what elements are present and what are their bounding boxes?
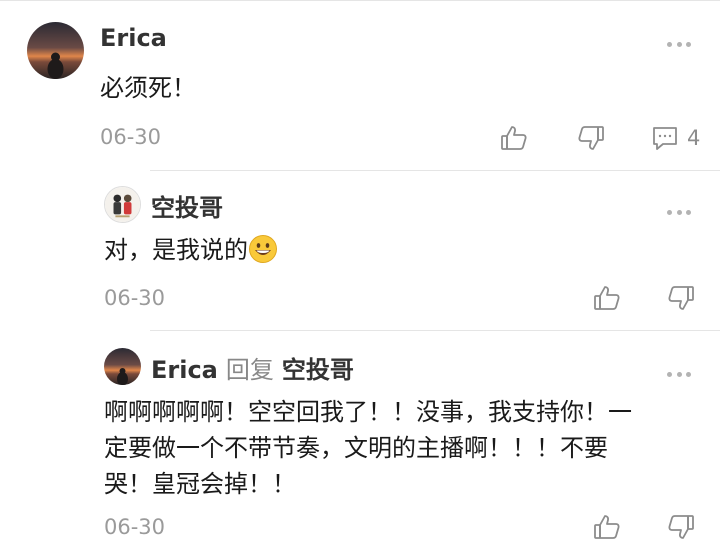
- divider: [150, 170, 720, 171]
- divider: [150, 330, 720, 331]
- comment-thread: Erica 必须死！ 06-30 4 空投哥 对，是我说的 06-30 Eric…: [0, 0, 720, 558]
- like-button[interactable]: [593, 284, 621, 312]
- reply-text: 啊啊啊啊啊！空空回我了！！没事，我支持你！一 定要做一个不带节奏，文明的主播啊！…: [104, 394, 704, 502]
- comment-text: 必须死！: [100, 74, 196, 102]
- thumb-up-icon: [594, 515, 620, 539]
- grinning-face-emoji: [248, 234, 278, 274]
- reply-date: 06-30: [104, 286, 166, 310]
- reply-text-line: 定要做一个不带节奏，文明的主播啊！！！不要: [104, 434, 608, 462]
- thumb-down-icon: [668, 515, 694, 539]
- reply-header: Erica 回复 空投哥: [151, 350, 354, 385]
- dislike-button[interactable]: [667, 284, 695, 312]
- comment-author[interactable]: Erica: [100, 24, 167, 52]
- more-icon[interactable]: [667, 370, 691, 378]
- avatar[interactable]: [104, 186, 141, 223]
- avatar[interactable]: [104, 348, 141, 385]
- thumb-down-icon: [668, 286, 694, 310]
- comment-date: 06-30: [100, 125, 162, 149]
- comment-icon: [653, 127, 677, 150]
- reply-count: 4: [687, 126, 701, 150]
- more-icon[interactable]: [667, 40, 691, 48]
- like-button[interactable]: [593, 513, 621, 541]
- reply-author[interactable]: 空投哥: [151, 188, 223, 223]
- more-icon[interactable]: [667, 208, 691, 216]
- dislike-button[interactable]: [667, 513, 695, 541]
- reply-text-line: 啊啊啊啊啊！空空回我了！！没事，我支持你！一: [104, 398, 632, 426]
- reply-text-line: 哭！皇冠会掉！！: [104, 470, 296, 498]
- reply-button[interactable]: 4: [651, 124, 700, 152]
- dislike-button[interactable]: [577, 124, 605, 152]
- thumb-up-icon: [501, 126, 527, 150]
- reply-author[interactable]: Erica: [151, 356, 218, 384]
- thumb-down-icon: [578, 126, 604, 150]
- divider: [0, 0, 720, 1]
- like-button[interactable]: [500, 124, 528, 152]
- avatar[interactable]: [27, 22, 84, 79]
- reply-text-body: 对，是我说的: [104, 236, 248, 264]
- reply-target[interactable]: 空投哥: [282, 356, 354, 384]
- reply-label: 回复: [225, 356, 274, 384]
- reply-text: 对，是我说的: [104, 232, 278, 274]
- reply-date: 06-30: [104, 515, 166, 539]
- thumb-up-icon: [594, 286, 620, 310]
